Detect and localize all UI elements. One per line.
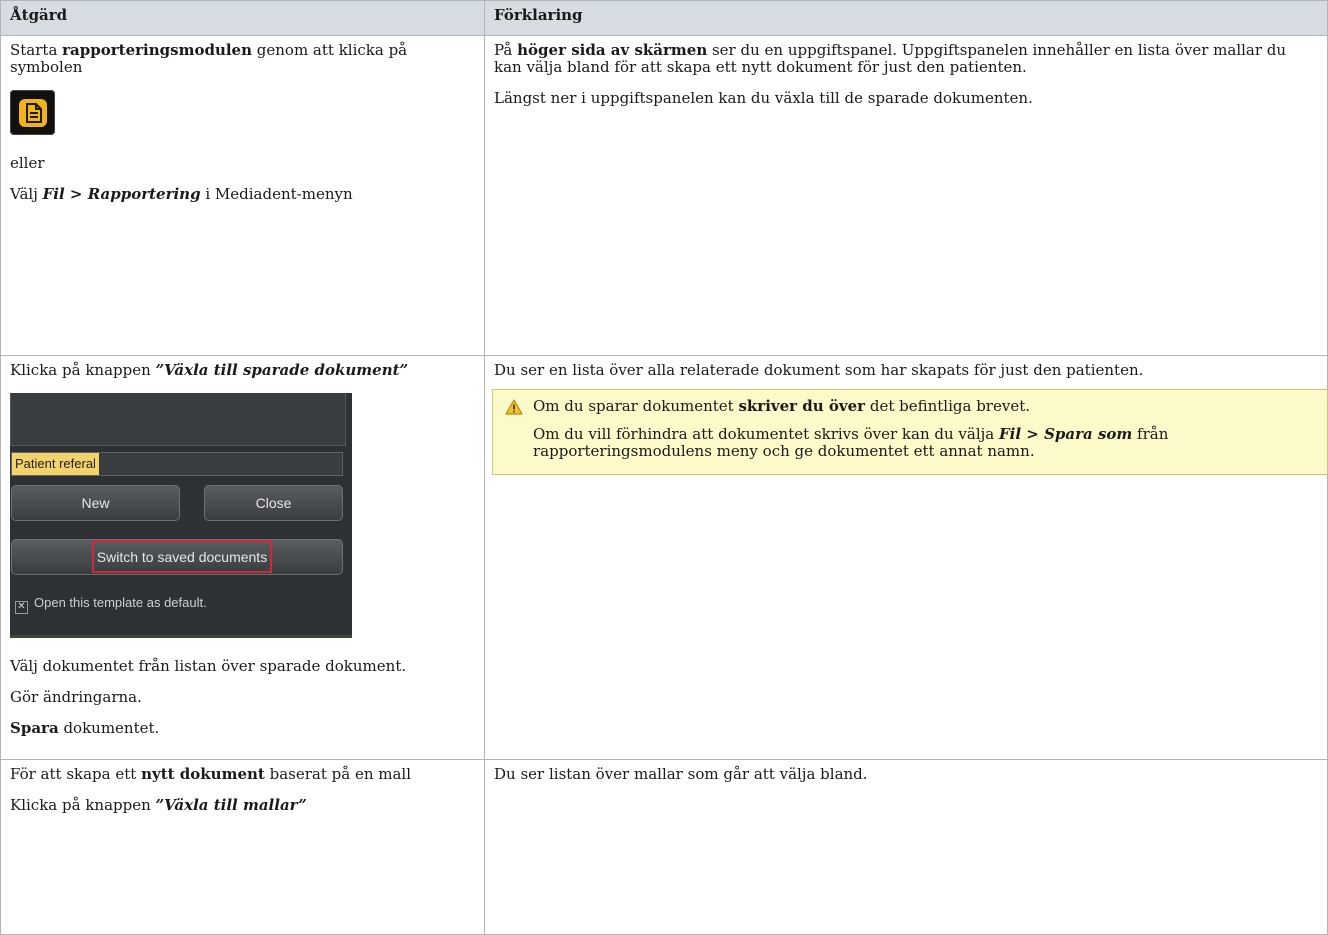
step-text: Klicka på knappen ”Växla till mallar” [10,797,475,814]
explanation-text: Du ser listan över mallar som går att vä… [494,765,868,783]
step-text: eller [10,154,45,172]
highlight-box: Switch to saved documents [92,540,272,573]
menu-separator: > [64,185,88,203]
bold-term: rapporteringsmodulen [62,41,252,59]
text-segment: Välj [10,185,43,203]
table-header-row: Åtgärd Förklaring [0,0,1328,36]
template-list [10,393,346,446]
explanation-text: På höger sida av skärmen ser du en uppgi… [494,42,1318,76]
table-row: Klicka på knappen ”Växla till sparade do… [0,355,1328,760]
step-text: Spara dokumentet. [10,720,475,737]
checkbox-label: Open this template as default. [34,595,207,610]
text-segment: baserat på en mall [264,765,412,783]
warning-text: Om du vill förhindra att dokumentet skri… [533,426,1315,460]
menu-term: Fil [42,185,65,203]
explanation-cell: På höger sida av skärmen ser du en uppgi… [484,35,1328,356]
switch-to-saved-documents-button: Switch to saved documents [11,539,343,575]
checkbox-x-icon: ✕ [15,601,28,614]
table-row: Starta rapporteringsmodulen genom att kl… [0,35,1328,356]
step-text: Klicka på knappen ”Växla till sparade do… [10,362,475,379]
action-cell: För att skapa ett nytt dokument baserat … [0,759,485,935]
instruction-table: Åtgärd Förklaring Starta rapporteringsmo… [0,0,1328,935]
warning-text: Om du sparar dokumentet skriver du över … [533,398,1315,415]
report-document-icon [10,90,55,135]
text-segment: dokumentet. [58,719,160,737]
explanation-cell: Du ser en lista över alla relaterade dok… [484,355,1328,760]
step-text: Välj dokumentet från listan över sparade… [10,657,407,675]
template-name-field: Patient referal [11,452,343,476]
close-button: Close [204,485,343,521]
text-segment: Klicka på knappen [10,796,156,814]
explanation-text: Du ser en lista över alla relaterade dok… [494,361,1144,379]
text-segment: Om du vill förhindra att dokumentet skri… [533,425,1000,443]
text-segment: För att skapa ett [10,765,142,783]
step-text: För att skapa ett nytt dokument baserat … [10,766,475,783]
text-segment: det befintliga brevet. [865,397,1030,415]
step-text: Starta rapporteringsmodulen genom att kl… [10,42,475,76]
table-row: För att skapa ett nytt dokument baserat … [0,759,1328,935]
header-col-forklaring: Förklaring [484,0,1328,36]
template-name-value: Patient referal [12,453,99,475]
text-segment: i Mediadent-menyn [200,185,353,203]
default-template-checkbox: ✕ Open this template as default. [15,594,207,614]
bold-term: höger sida av skärmen [517,41,708,59]
new-button: New [11,485,180,521]
text-segment: På [494,41,518,59]
bold-term: nytt dokument [141,765,265,783]
header-col-atgard: Åtgärd [0,0,485,36]
text-segment: Klicka på knappen [10,361,156,379]
action-cell: Starta rapporteringsmodulen genom att kl… [0,35,485,356]
bold-term: Spara [10,719,59,737]
text-segment: Starta [10,41,63,59]
explanation-cell: Du ser listan över mallar som går att vä… [484,759,1328,935]
step-text: Gör ändringarna. [10,688,142,706]
warning-icon [505,399,523,419]
explanation-text: Längst ner i uppgiftspanelen kan du växl… [494,89,1033,107]
menu-term: Rapportering [87,185,201,203]
text-segment: Om du sparar dokumentet [533,397,739,415]
warning-note: Om du sparar dokumentet skriver du över … [492,389,1328,475]
menu-term: Fil > Spara som [999,425,1133,443]
button-term: ”Växla till sparade dokument” [155,361,409,379]
bold-term: skriver du över [738,397,866,415]
button-term: ”Växla till mallar” [155,796,307,814]
step-text: Välj Fil > Rapportering i Mediadent-meny… [10,186,475,203]
task-panel-screenshot: Patient referal New Close Switch to save… [10,393,352,638]
action-cell: Klicka på knappen ”Växla till sparade do… [0,355,485,760]
